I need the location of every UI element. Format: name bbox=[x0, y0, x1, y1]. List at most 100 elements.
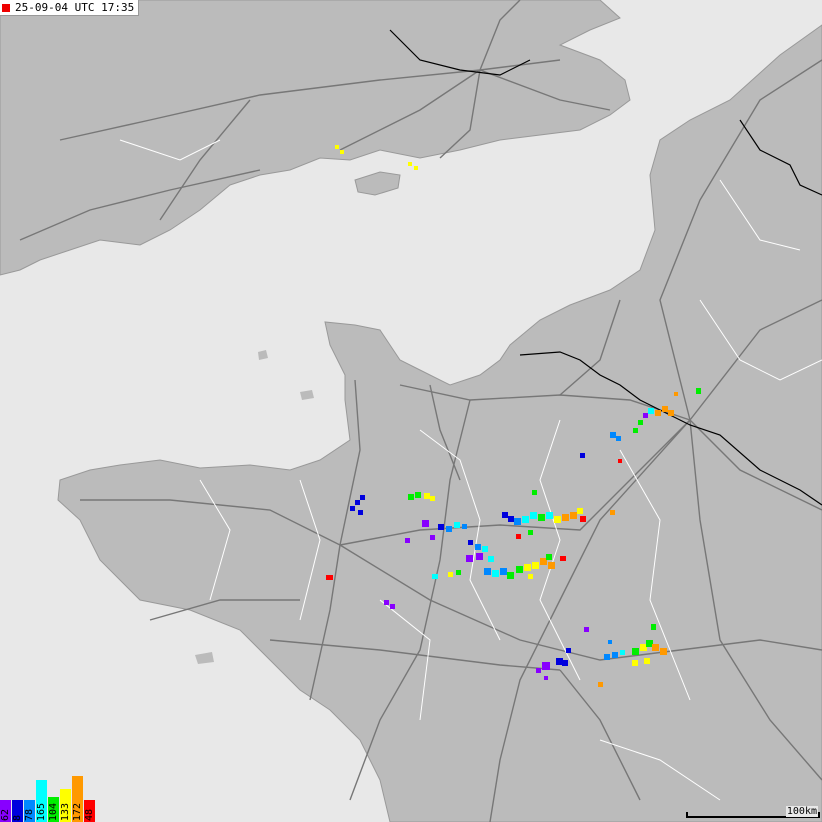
strike bbox=[652, 644, 659, 651]
strike bbox=[422, 520, 429, 527]
legend-bar: 62 bbox=[0, 800, 11, 822]
strike bbox=[508, 516, 514, 522]
strike bbox=[415, 492, 421, 498]
legend-bar: 172 bbox=[72, 776, 83, 822]
strike bbox=[462, 524, 467, 529]
strike bbox=[638, 420, 643, 425]
strike bbox=[643, 413, 648, 418]
strike bbox=[492, 570, 499, 577]
legend-bar: 165 bbox=[36, 780, 47, 822]
legend-count-label: 165 bbox=[36, 802, 47, 821]
timestamp-marker-icon bbox=[2, 3, 10, 12]
strike bbox=[651, 624, 656, 630]
strike bbox=[660, 648, 667, 655]
strike bbox=[632, 648, 639, 655]
strike bbox=[340, 150, 344, 154]
strike bbox=[546, 554, 552, 560]
strike bbox=[454, 522, 460, 528]
legend-bar: 48 bbox=[84, 800, 95, 822]
strike bbox=[633, 428, 638, 433]
strike bbox=[390, 604, 395, 609]
strike bbox=[546, 512, 553, 519]
strike bbox=[468, 540, 473, 545]
strike bbox=[335, 145, 339, 149]
strike bbox=[540, 558, 547, 565]
lightning-map bbox=[0, 0, 822, 822]
strike bbox=[560, 556, 566, 561]
strike bbox=[532, 490, 537, 495]
strike bbox=[640, 644, 647, 651]
strike bbox=[432, 574, 438, 579]
timestamp-text: 25-09-04 UTC 17:35 bbox=[15, 1, 135, 14]
legend-count-label: 78 bbox=[24, 808, 35, 821]
strike bbox=[408, 162, 412, 166]
strike bbox=[500, 568, 507, 575]
strike bbox=[484, 568, 491, 575]
strike bbox=[358, 510, 363, 515]
strike bbox=[548, 562, 555, 569]
legend-bar: 8 bbox=[12, 800, 23, 822]
strike bbox=[580, 453, 585, 458]
strike bbox=[476, 553, 483, 560]
strike bbox=[562, 660, 568, 666]
strike bbox=[542, 662, 550, 670]
strike bbox=[580, 516, 586, 522]
strike bbox=[604, 654, 610, 660]
legend-bar: 104 bbox=[48, 797, 59, 822]
strike bbox=[644, 658, 650, 664]
strike bbox=[598, 682, 603, 687]
scale-tick-right bbox=[818, 812, 820, 818]
strike bbox=[424, 493, 430, 499]
strike bbox=[326, 575, 333, 580]
strike bbox=[475, 544, 481, 550]
strike bbox=[648, 408, 654, 414]
strike bbox=[612, 652, 618, 658]
strike bbox=[610, 510, 615, 515]
strike bbox=[456, 570, 461, 575]
strike bbox=[566, 648, 571, 653]
scale-label: 100km bbox=[785, 806, 818, 817]
strike bbox=[466, 555, 473, 562]
strike bbox=[662, 406, 668, 412]
strike bbox=[430, 535, 435, 540]
scale-tick-left bbox=[686, 812, 688, 818]
strike bbox=[516, 534, 521, 539]
strike bbox=[408, 494, 414, 500]
strike bbox=[577, 508, 583, 514]
legend-count-label: 172 bbox=[72, 802, 83, 821]
strike bbox=[507, 572, 514, 579]
strike bbox=[446, 526, 452, 532]
strike bbox=[616, 436, 621, 441]
strike bbox=[350, 506, 355, 511]
strike bbox=[448, 572, 453, 577]
strike bbox=[405, 538, 410, 543]
strike bbox=[584, 627, 589, 632]
strike bbox=[618, 459, 622, 463]
strike bbox=[360, 495, 365, 500]
strike bbox=[528, 530, 533, 535]
strike bbox=[355, 500, 360, 505]
strike-count-legend: 62 8 78 165 104 133 172 48 bbox=[0, 772, 100, 822]
legend-bar: 78 bbox=[24, 800, 35, 822]
strike bbox=[544, 676, 548, 680]
strike bbox=[556, 658, 563, 665]
strike bbox=[438, 524, 444, 530]
timestamp-label: 25-09-04 UTC 17:35 bbox=[0, 0, 140, 16]
strike bbox=[696, 388, 701, 394]
strike bbox=[530, 512, 537, 519]
strike bbox=[536, 668, 541, 673]
strike bbox=[430, 496, 435, 501]
strike bbox=[632, 660, 638, 666]
legend-count-label: 48 bbox=[84, 808, 95, 821]
strike bbox=[528, 574, 533, 579]
strike bbox=[655, 410, 661, 416]
strike bbox=[502, 512, 508, 518]
strike bbox=[610, 432, 616, 438]
strike bbox=[554, 516, 561, 523]
strike bbox=[516, 566, 523, 573]
legend-count-label: 104 bbox=[48, 802, 59, 821]
strike bbox=[646, 640, 653, 647]
strike bbox=[608, 640, 612, 644]
strike bbox=[488, 556, 494, 562]
strike bbox=[514, 518, 521, 525]
